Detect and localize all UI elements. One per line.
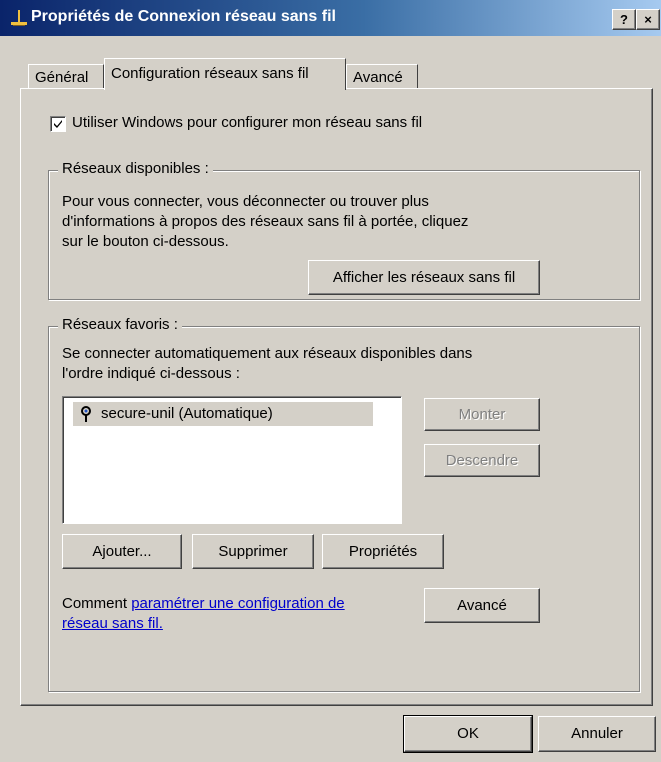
- network-name: secure-unil (Automatique): [101, 405, 273, 422]
- add-button[interactable]: Ajouter...: [62, 534, 182, 569]
- available-desc-line-1: Pour vous connecter, vous déconnecter ou…: [62, 193, 429, 210]
- list-item[interactable]: secure-unil (Automatique): [73, 402, 373, 426]
- favorite-networks-title: Réseaux favoris :: [58, 316, 182, 333]
- help-link[interactable]: paramétrer une configuration de: [131, 595, 344, 612]
- tab-advanced-label: Avancé: [353, 69, 403, 86]
- available-networks-title: Réseaux disponibles :: [58, 160, 213, 177]
- close-button[interactable]: ×: [636, 9, 660, 30]
- tab-general-label: Général: [35, 69, 89, 86]
- help-link-continuation[interactable]: réseau sans fil.: [62, 614, 163, 633]
- properties-button[interactable]: Propriétés: [322, 534, 444, 569]
- network-connection-icon: [11, 10, 27, 26]
- ok-button[interactable]: OK: [403, 715, 533, 753]
- use-windows-checkbox[interactable]: [50, 116, 66, 132]
- tab-wireless-networks-label: Configuration réseaux sans fil: [111, 65, 309, 82]
- advanced-button[interactable]: Avancé: [424, 588, 540, 623]
- wireless-network-icon: [81, 406, 91, 422]
- move-up-button[interactable]: Monter: [424, 398, 540, 431]
- move-down-button[interactable]: Descendre: [424, 444, 540, 477]
- remove-button[interactable]: Supprimer: [192, 534, 314, 569]
- help-button[interactable]: ?: [612, 9, 636, 30]
- favorites-desc-line-2: l'ordre indiqué ci-dessous :: [62, 365, 240, 382]
- window-title: Propriétés de Connexion réseau sans fil: [31, 8, 336, 25]
- use-windows-label[interactable]: Utiliser Windows pour configurer mon rés…: [72, 114, 422, 131]
- available-desc-line-2: d'informations à propos des réseaux sans…: [62, 213, 469, 230]
- title-bar[interactable]: Propriétés de Connexion réseau sans fil …: [0, 0, 661, 36]
- preferred-networks-list[interactable]: secure-unil (Automatique): [62, 396, 402, 524]
- help-prefix: Comment: [62, 595, 132, 612]
- help-text: Comment paramétrer une configuration de: [62, 594, 345, 613]
- tab-wireless-networks[interactable]: Configuration réseaux sans fil: [104, 58, 346, 90]
- tab-advanced[interactable]: Avancé: [346, 64, 418, 89]
- tab-general[interactable]: Général: [28, 64, 104, 89]
- show-wireless-networks-button[interactable]: Afficher les réseaux sans fil: [308, 260, 540, 295]
- cancel-button[interactable]: Annuler: [538, 716, 656, 752]
- checkmark-icon: [54, 120, 62, 128]
- available-desc-line-3: sur le bouton ci-dessous.: [62, 233, 229, 250]
- favorites-desc-line-1: Se connecter automatiquement aux réseaux…: [62, 345, 473, 362]
